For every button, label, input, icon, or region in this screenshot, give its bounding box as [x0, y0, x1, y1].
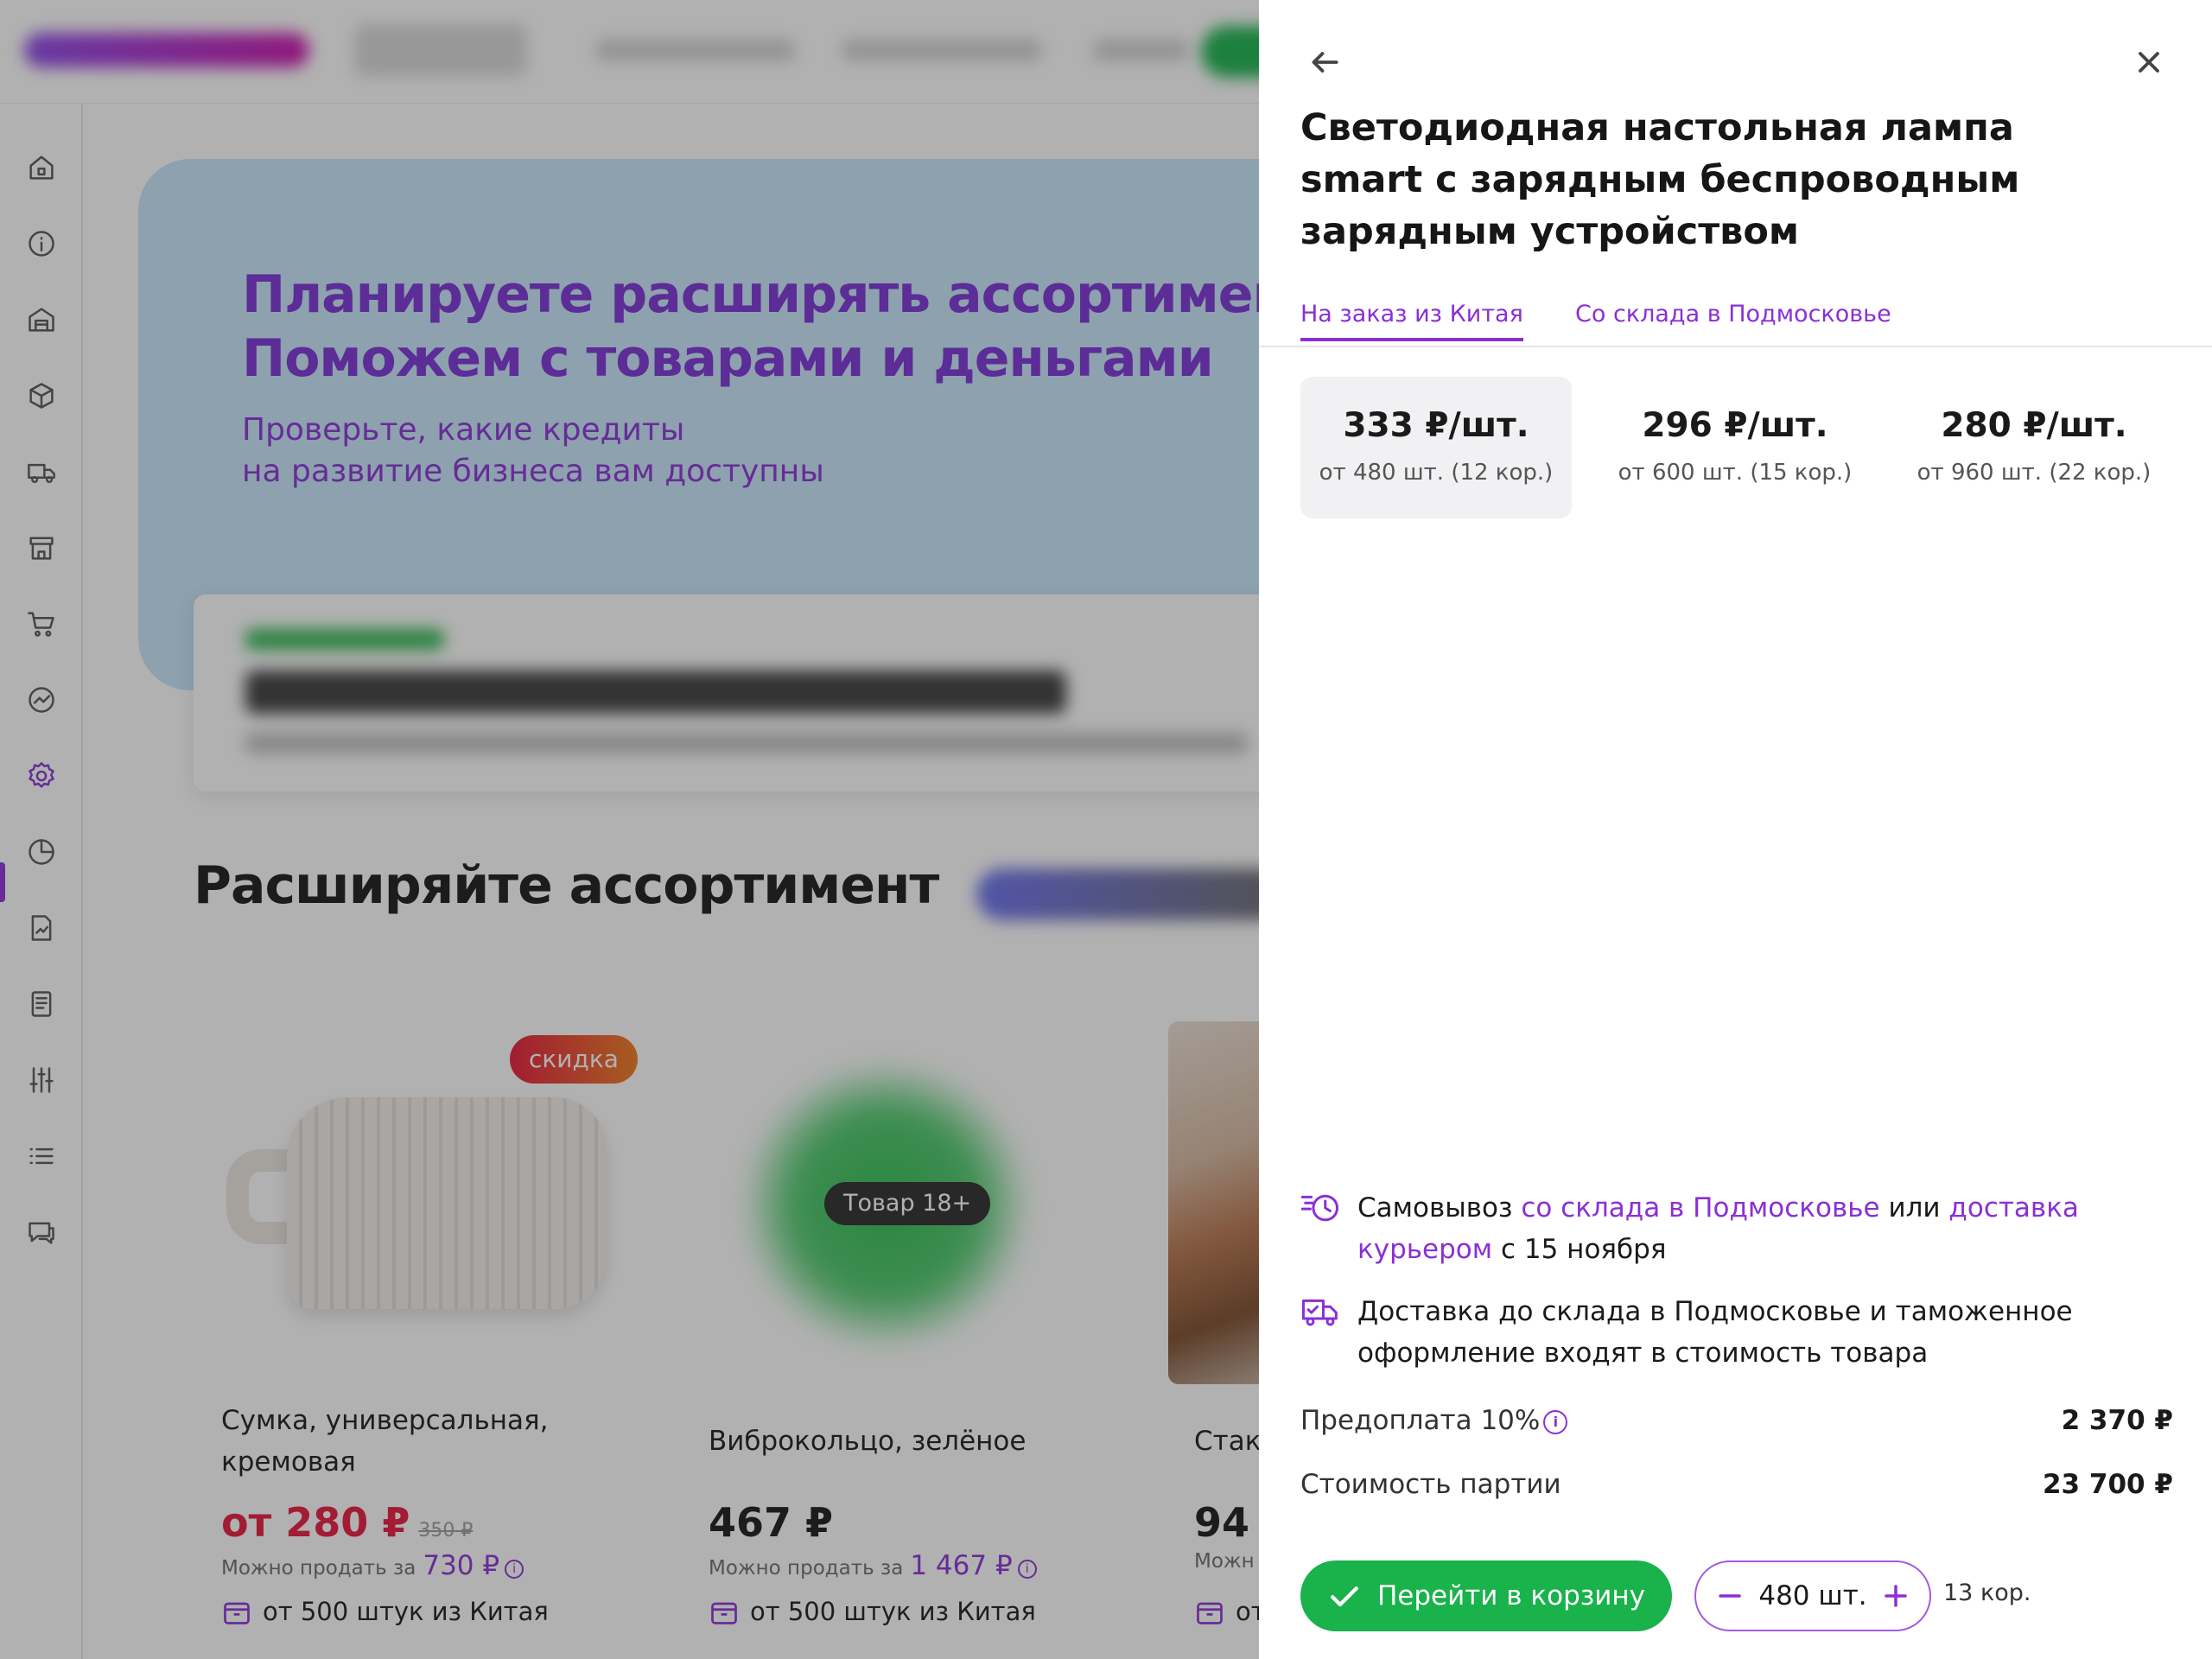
go-to-cart-label: Перейти в корзину	[1376, 1580, 1646, 1611]
product-title: Светодиодная настольная лампа smart с за…	[1300, 106, 2020, 253]
price-tier[interactable]: 333 ₽/шт. от 480 шт. (12 кор.)	[1300, 377, 1572, 518]
product-drawer: Светодиодная настольная лампа smart с за…	[1259, 0, 2212, 1659]
tier-quantity: от 960 шт. (22 кор.)	[1916, 460, 2152, 486]
delivery-note: Доставка до склада в Подмосковье и тамож…	[1357, 1296, 2073, 1369]
moscow-warehouse-link[interactable]: со склада в Подмосковье	[1521, 1192, 1879, 1224]
fast-delivery-icon	[1300, 1187, 1344, 1270]
pickup-text-part: Самовывоз	[1357, 1192, 1522, 1224]
boxes-count: 13 кор.	[1943, 1580, 2031, 1606]
info-icon[interactable]: i	[1543, 1410, 1568, 1434]
close-icon	[2139, 52, 2159, 73]
pickup-text-part: или	[1879, 1192, 1949, 1224]
prepayment-value: 2 370 ₽	[2061, 1405, 2173, 1436]
close-button[interactable]	[2125, 38, 2173, 86]
quantity-stepper: 480 шт.	[1694, 1560, 1931, 1631]
delivery-info: Доставка до склада в Подмосковье и тамож…	[1300, 1291, 2164, 1374]
tier-price: 280 ₽/шт.	[1941, 406, 2127, 445]
decrease-button[interactable]	[1708, 1574, 1751, 1618]
background-page: Планируете расширять ассортимент? Поможе…	[0, 0, 1259, 1659]
tab-moscow-warehouse[interactable]: Со склада в Подмосковье	[1575, 301, 1891, 327]
price-tier[interactable]: 296 ₽/шт. от 600 шт. (15 кор.)	[1599, 377, 1871, 518]
prepayment-label: Предоплата 10% i	[1300, 1405, 1568, 1436]
arrow-left-icon	[1312, 52, 1338, 73]
batch-cost-row: Стоимость партии 23 700 ₽	[1300, 1469, 2173, 1500]
modal-overlay[interactable]	[0, 0, 1259, 1659]
pickup-text: Самовывоз со склада в Подмосковье или до…	[1357, 1187, 2164, 1270]
minus-icon	[1719, 1594, 1741, 1598]
tier-quantity: от 480 шт. (12 кор.)	[1319, 460, 1554, 486]
increase-button[interactable]	[1874, 1574, 1917, 1618]
pickup-info: Самовывоз со склада в Подмосковье или до…	[1300, 1187, 2164, 1270]
prepayment-label-text: Предоплата 10%	[1300, 1405, 1541, 1436]
plus-icon	[1885, 1585, 1907, 1607]
price-tier[interactable]: 280 ₽/шт. от 960 шт. (22 кор.)	[1898, 377, 2170, 518]
source-tabs: На заказ из Китая Со склада в Подмосковь…	[1259, 290, 2212, 347]
go-to-cart-button[interactable]: Перейти в корзину	[1300, 1560, 1672, 1631]
tier-price: 296 ₽/шт.	[1642, 406, 1828, 445]
pickup-text-part: с 15 ноября	[1492, 1234, 1667, 1265]
price-tiers: 333 ₽/шт. от 480 шт. (12 кор.) 296 ₽/шт.…	[1300, 377, 2182, 518]
quantity-value[interactable]: 480 шт.	[1758, 1580, 1866, 1611]
tier-price: 333 ₽/шт.	[1343, 406, 1529, 445]
back-button[interactable]	[1300, 38, 1349, 86]
check-icon	[1331, 1586, 1358, 1607]
truck-check-icon	[1300, 1291, 1344, 1374]
tab-china-order[interactable]: На заказ из Китая	[1300, 301, 1523, 341]
batch-cost-label: Стоимость партии	[1300, 1469, 1561, 1500]
tier-quantity: от 600 шт. (15 кор.)	[1618, 460, 1853, 486]
batch-cost-value: 23 700 ₽	[2042, 1469, 2173, 1500]
prepayment-row: Предоплата 10% i 2 370 ₽	[1300, 1405, 2173, 1436]
order-controls: Перейти в корзину 480 шт. 13 кор.	[1300, 1560, 2173, 1631]
